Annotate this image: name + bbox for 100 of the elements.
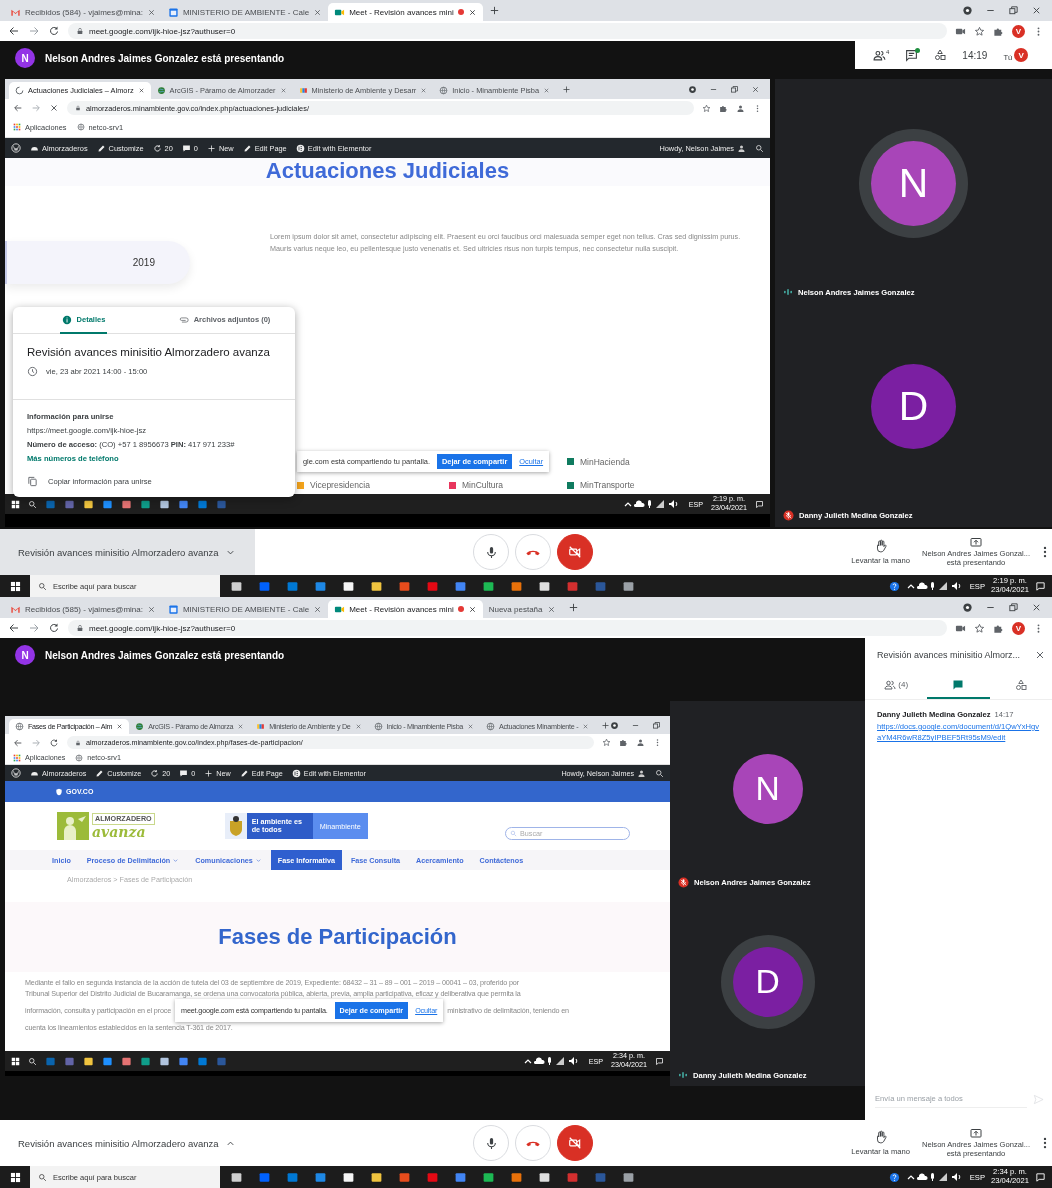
restore-icon[interactable] [1008, 602, 1019, 613]
shield-icon [55, 787, 63, 796]
star-icon[interactable] [702, 103, 711, 113]
address-bar[interactable]: meet.google.com/ijk-hioe-jsz?authuser=0 [68, 620, 947, 636]
close-icon[interactable] [751, 84, 760, 94]
star-icon[interactable] [974, 25, 985, 37]
logo-icon[interactable] [11, 768, 21, 778]
new-tab-icon[interactable] [567, 602, 579, 613]
record-icon[interactable] [962, 602, 973, 613]
app-icon[interactable] [230, 579, 243, 593]
browser-tab[interactable]: Meet - Revisión avances mini [328, 3, 483, 21]
back-icon[interactable] [8, 622, 20, 634]
app-icon[interactable] [538, 579, 551, 593]
avatar-icon [637, 768, 646, 778]
back-icon[interactable] [8, 25, 20, 37]
close-icon[interactable] [1031, 5, 1042, 16]
record-icon[interactable] [610, 720, 620, 730]
muted-microphone-icon [678, 876, 689, 888]
stop-icon[interactable] [49, 103, 59, 113]
app-icon[interactable] [482, 579, 495, 593]
record-icon[interactable] [688, 84, 697, 94]
meeting-details-button[interactable]: Revisión avances minisitio Almorzadero avanza [0, 529, 255, 575]
close-icon[interactable] [467, 7, 477, 17]
browser-tab[interactable]: MINISTERIO DE AMBIENTE - Cale [161, 600, 329, 618]
notifications-icon[interactable] [755, 499, 764, 509]
app-icon[interactable] [622, 1170, 635, 1184]
app-icon[interactable] [622, 579, 635, 593]
close-icon[interactable] [1031, 602, 1042, 613]
close-icon[interactable] [313, 7, 323, 17]
app-icon[interactable] [159, 498, 170, 510]
camera-button[interactable] [557, 1125, 593, 1161]
search-icon[interactable] [28, 1056, 37, 1066]
close-icon[interactable] [116, 723, 124, 730]
close-icon[interactable] [546, 604, 556, 614]
app-icon[interactable] [370, 579, 383, 593]
star-icon[interactable] [974, 622, 985, 634]
restore-icon[interactable] [730, 84, 739, 94]
app-icon[interactable] [83, 1055, 94, 1067]
reload-icon[interactable] [48, 25, 60, 37]
camera-button[interactable] [557, 534, 593, 570]
notifications-icon[interactable] [1035, 1171, 1046, 1183]
puzzle-icon[interactable] [619, 738, 628, 747]
close-icon[interactable] [313, 604, 323, 614]
logo-text: avanza [92, 824, 146, 839]
logo-icon[interactable] [11, 143, 21, 153]
close-icon[interactable] [137, 87, 145, 94]
search-icon[interactable] [755, 143, 764, 153]
reload-icon[interactable] [48, 622, 60, 634]
chat-button[interactable] [905, 48, 919, 62]
puzzle-icon[interactable] [719, 103, 728, 113]
profile-avatar[interactable]: V [1012, 621, 1025, 635]
calendar-icon [167, 603, 179, 615]
app-icon[interactable] [342, 579, 355, 593]
forward-icon[interactable] [28, 622, 40, 634]
new-tab-icon[interactable] [601, 720, 611, 730]
notifications-icon[interactable] [655, 1056, 664, 1066]
close-icon[interactable] [146, 7, 156, 17]
browser-tab[interactable]: Nueva pestaña [482, 600, 562, 618]
address-bar[interactable]: meet.google.com/ijk-hioe-jsz?authuser=0 [68, 23, 947, 39]
restore-icon[interactable] [1008, 5, 1019, 16]
meeting-details-button[interactable]: Revisión avances minisitio Almorzadero avanza [0, 1120, 255, 1166]
globe-icon [75, 753, 84, 762]
app-icon[interactable] [230, 1170, 243, 1184]
app-icon[interactable] [121, 498, 132, 510]
notifications-icon[interactable] [1035, 580, 1046, 592]
profile-avatar[interactable]: V [1014, 48, 1029, 62]
browser-tab[interactable]: Recibidos (585) - vjaimes@mina: [4, 600, 162, 618]
app-icon[interactable] [342, 1170, 355, 1184]
app-icon[interactable] [538, 1170, 551, 1184]
avatar-icon [737, 143, 746, 153]
copy-icon[interactable] [27, 476, 38, 487]
forward-icon[interactable] [28, 25, 40, 37]
shapes-icon[interactable] [934, 49, 947, 61]
browser-tab[interactable]: Meet - Revisión avances mini [328, 600, 483, 618]
search-icon[interactable] [655, 768, 664, 778]
restore-icon[interactable] [652, 720, 662, 730]
close-icon[interactable] [1034, 649, 1046, 661]
profile-icon[interactable] [636, 738, 645, 747]
panel-tab[interactable]: (4) [865, 672, 928, 699]
windows-logo-icon[interactable] [11, 499, 20, 509]
close-icon[interactable] [467, 604, 477, 614]
app-icon[interactable] [159, 1055, 170, 1067]
star-icon[interactable] [602, 738, 611, 747]
windows-logo-icon[interactable] [9, 580, 21, 592]
app-icon[interactable] [370, 1170, 383, 1184]
reload-icon[interactable] [49, 737, 59, 748]
profile-avatar[interactable]: V [1012, 24, 1025, 38]
windows-logo-icon[interactable] [9, 1171, 21, 1183]
record-icon[interactable] [962, 5, 973, 16]
new-tab-icon[interactable] [488, 5, 500, 16]
profile-icon[interactable] [736, 103, 745, 113]
app-icon[interactable] [83, 498, 94, 510]
app-icon[interactable] [482, 1170, 495, 1184]
search-icon[interactable] [28, 499, 37, 509]
new-tab-icon[interactable] [562, 84, 571, 94]
year-tab[interactable]: 2019 [5, 241, 190, 284]
browser-tab[interactable]: Recibidos (584) - vjaimes@mina: [4, 3, 162, 21]
browser-tab[interactable]: MINISTERIO DE AMBIENTE - Cale [161, 3, 329, 21]
close-icon[interactable] [146, 604, 156, 614]
windows-logo-icon[interactable] [11, 1056, 20, 1066]
